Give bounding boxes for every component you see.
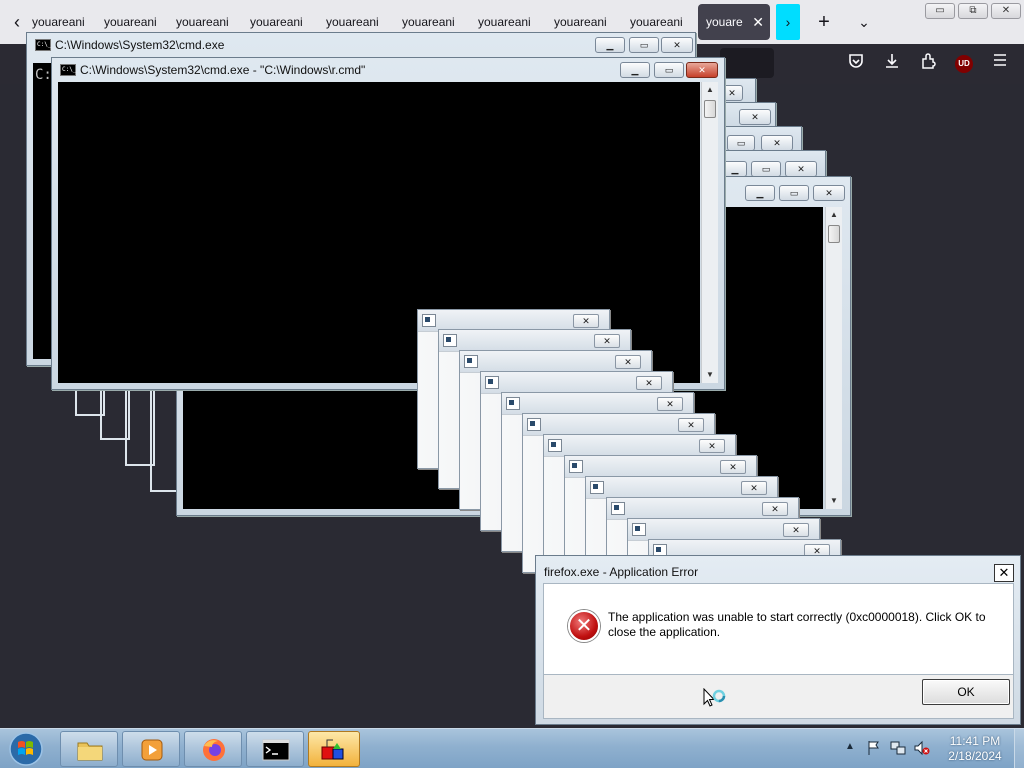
close-button[interactable]: ✕ bbox=[741, 481, 767, 495]
close-button[interactable]: ✕ bbox=[699, 439, 725, 453]
minimize-button[interactable]: ▁ bbox=[595, 37, 625, 53]
close-button[interactable]: ✕ bbox=[785, 161, 817, 177]
console-text: C: bbox=[35, 67, 52, 83]
scroll-tabs-right-button[interactable]: › bbox=[776, 4, 800, 40]
folder-icon bbox=[76, 737, 104, 763]
taskbar-media-player[interactable] bbox=[122, 731, 180, 767]
scroll-down-icon[interactable]: ▼ bbox=[702, 367, 718, 383]
window-icon bbox=[485, 376, 499, 389]
taskbar-firefox[interactable] bbox=[184, 731, 242, 767]
pocket-icon[interactable] bbox=[844, 52, 868, 76]
cmd-icon: C:\_ bbox=[35, 39, 51, 51]
tab-close-icon[interactable]: ✕ bbox=[752, 4, 764, 40]
download-icon[interactable] bbox=[880, 52, 904, 76]
minimize-button[interactable]: ▁ bbox=[723, 161, 747, 177]
close-button[interactable]: ✕ bbox=[762, 502, 788, 516]
close-button[interactable]: ✕ bbox=[991, 3, 1021, 19]
taskbar-paint[interactable] bbox=[308, 731, 360, 767]
close-button[interactable]: ✕ bbox=[739, 109, 771, 125]
close-button[interactable]: ✕ bbox=[783, 523, 809, 537]
back-button[interactable]: ‹ bbox=[6, 10, 28, 34]
ublock-icon[interactable]: UD bbox=[955, 55, 973, 73]
close-button[interactable]: ✕ bbox=[661, 37, 693, 53]
clock-time: 11:41 PM bbox=[949, 734, 1001, 748]
window-icon bbox=[464, 355, 478, 368]
scrollbar[interactable]: ▲ ▼ bbox=[701, 82, 718, 383]
window-icon bbox=[506, 397, 520, 410]
maximize-button[interactable]: ▭ bbox=[654, 62, 684, 78]
extensions-icon[interactable] bbox=[917, 52, 941, 76]
window-icon bbox=[527, 418, 541, 431]
close-button[interactable]: ✕ bbox=[720, 460, 746, 474]
dialog-body: ✕ The application was unable to start co… bbox=[543, 583, 1014, 675]
menu-icon[interactable] bbox=[988, 52, 1012, 76]
close-button[interactable]: ✕ bbox=[994, 564, 1014, 582]
cmd-icon: C:\_ bbox=[60, 64, 76, 76]
ok-button[interactable]: OK bbox=[922, 679, 1010, 705]
scroll-up-icon[interactable]: ▲ bbox=[826, 207, 842, 223]
scroll-up-icon[interactable]: ▲ bbox=[702, 82, 718, 98]
close-button[interactable]: ✕ bbox=[636, 376, 662, 390]
close-button[interactable]: ✕ bbox=[594, 334, 620, 348]
maximize-button[interactable]: ▭ bbox=[779, 185, 809, 201]
scroll-thumb[interactable] bbox=[828, 225, 840, 243]
close-button[interactable]: ✕ bbox=[657, 397, 683, 411]
minimize-button[interactable]: ▁ bbox=[620, 62, 650, 78]
window-icon bbox=[611, 502, 625, 515]
show-desktop-button[interactable] bbox=[1014, 729, 1024, 768]
taskbar-explorer[interactable] bbox=[60, 731, 118, 767]
action-center-flag-icon[interactable] bbox=[866, 740, 882, 756]
clock-date: 2/18/2024 bbox=[948, 749, 1002, 763]
scroll-down-icon[interactable]: ▼ bbox=[826, 493, 842, 509]
clock[interactable]: 11:41 PM 2/18/2024 bbox=[940, 734, 1010, 764]
new-tab-button[interactable]: + bbox=[812, 8, 836, 36]
error-dialog[interactable]: firefox.exe - Application Error ✕ ✕ The … bbox=[535, 555, 1021, 725]
error-icon: ✕ bbox=[568, 610, 600, 642]
window-title: C:\Windows\System32\cmd.exe bbox=[55, 38, 225, 52]
minimize-button[interactable]: ▭ bbox=[925, 3, 955, 19]
network-icon[interactable] bbox=[890, 740, 906, 756]
maximize-button[interactable]: ▭ bbox=[751, 161, 781, 177]
maximize-button[interactable]: ▭ bbox=[727, 135, 755, 151]
scrollbar[interactable]: ▲ ▼ bbox=[825, 207, 842, 509]
tab-label: youare bbox=[706, 15, 743, 29]
close-button[interactable]: ✕ bbox=[615, 355, 641, 369]
busy-cursor-icon bbox=[703, 687, 729, 714]
show-hidden-icons-icon[interactable]: ▲ bbox=[845, 741, 855, 752]
window-icon bbox=[422, 314, 436, 327]
close-button[interactable]: ✕ bbox=[813, 185, 845, 201]
tab-active[interactable]: youare ✕ bbox=[698, 4, 770, 40]
window-icon bbox=[443, 334, 457, 347]
window-title: C:\Windows\System32\cmd.exe - "C:\Window… bbox=[80, 63, 366, 77]
window-icon bbox=[548, 439, 562, 452]
window-icon bbox=[590, 481, 604, 494]
close-button[interactable]: ✕ bbox=[678, 418, 704, 432]
taskbar: ▲ 11:41 PM 2/18/2024 bbox=[0, 728, 1024, 768]
start-button[interactable] bbox=[5, 732, 47, 766]
window-icon bbox=[632, 523, 646, 536]
dialog-footer: OK bbox=[543, 675, 1014, 719]
url-bar[interactable] bbox=[720, 48, 774, 78]
taskbar-cmd[interactable] bbox=[246, 731, 304, 767]
paint-icon bbox=[319, 737, 347, 763]
scroll-thumb[interactable] bbox=[704, 100, 716, 118]
list-all-tabs-button[interactable]: ⌄ bbox=[852, 8, 876, 36]
error-message: The application was unable to start corr… bbox=[608, 610, 986, 639]
close-button[interactable]: ✕ bbox=[761, 135, 793, 151]
close-button[interactable]: ✕ bbox=[686, 62, 718, 78]
firefox-icon bbox=[200, 737, 228, 763]
minimize-button[interactable]: ▁ bbox=[745, 185, 775, 201]
close-button[interactable]: ✕ bbox=[573, 314, 599, 328]
media-player-icon bbox=[138, 737, 166, 763]
window-icon bbox=[569, 460, 583, 473]
cmd-icon bbox=[262, 737, 290, 763]
restore-button[interactable]: ⧉ bbox=[958, 3, 988, 19]
volume-muted-icon[interactable] bbox=[914, 740, 930, 756]
maximize-button[interactable]: ▭ bbox=[629, 37, 659, 53]
dialog-title: firefox.exe - Application Error bbox=[544, 565, 699, 579]
